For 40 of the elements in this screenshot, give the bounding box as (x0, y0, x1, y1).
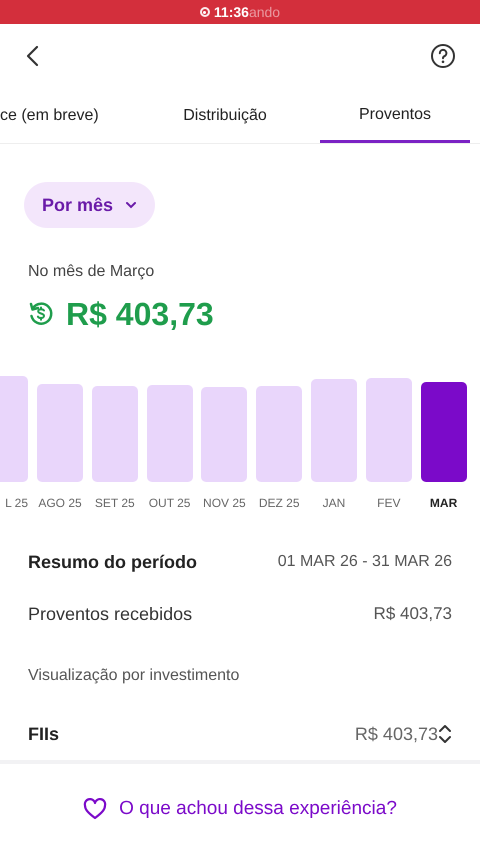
feedback-link[interactable]: O que achou dessa experiência? (83, 794, 397, 824)
received-label: Proventos recebidos (28, 602, 192, 626)
dollar-refresh-icon (28, 301, 54, 327)
date-range: 01 MAR 26 - 31 MAR 26 (278, 552, 452, 572)
help-icon[interactable] (430, 43, 456, 69)
month-label: OUT 25 (148, 495, 190, 512)
month-bar[interactable] (311, 379, 357, 482)
tab[interactable]: ce (em breve) (0, 88, 130, 143)
tab[interactable]: Distribuição (130, 88, 320, 143)
back-icon[interactable] (24, 45, 40, 67)
investment-value: R$ 403,73 (354, 722, 438, 746)
clock-time: 11:36 (214, 2, 249, 22)
month-label: L 25 (4, 495, 28, 512)
chevron-down-icon (125, 201, 138, 209)
heart-icon (83, 798, 108, 820)
month-label: NOV 25 (203, 495, 246, 512)
month-label: No mês de Março (28, 262, 156, 282)
tab[interactable]: Proventos (320, 88, 470, 143)
section-subtitle: Visualização por investimento (28, 666, 240, 686)
sort-icon[interactable] (438, 723, 452, 745)
month-label: MAR (430, 495, 458, 512)
received-value: R$ 403,73 (374, 603, 452, 626)
month-label: DEZ 25 (258, 495, 300, 512)
month-bar[interactable] (420, 382, 467, 482)
month-bar[interactable] (366, 378, 412, 482)
section-title: Resumo do período (28, 550, 198, 574)
period-dropdown[interactable]: Por mês (24, 182, 156, 228)
month-bar[interactable] (201, 387, 248, 482)
month-bar[interactable] (146, 385, 193, 482)
amount-value: R$ 403,73 (66, 295, 214, 334)
month-label: SET 25 (94, 495, 135, 512)
month-bar[interactable] (37, 384, 83, 482)
month-label: AGO 25 (38, 495, 82, 512)
month-bar[interactable] (256, 386, 302, 482)
month-label: JAN (322, 495, 346, 512)
record-icon (200, 7, 210, 17)
investment-name: FIIs (28, 722, 60, 746)
month-bar[interactable] (92, 386, 138, 482)
month-label: FEV (377, 495, 400, 512)
recording-label: ando (248, 2, 280, 22)
